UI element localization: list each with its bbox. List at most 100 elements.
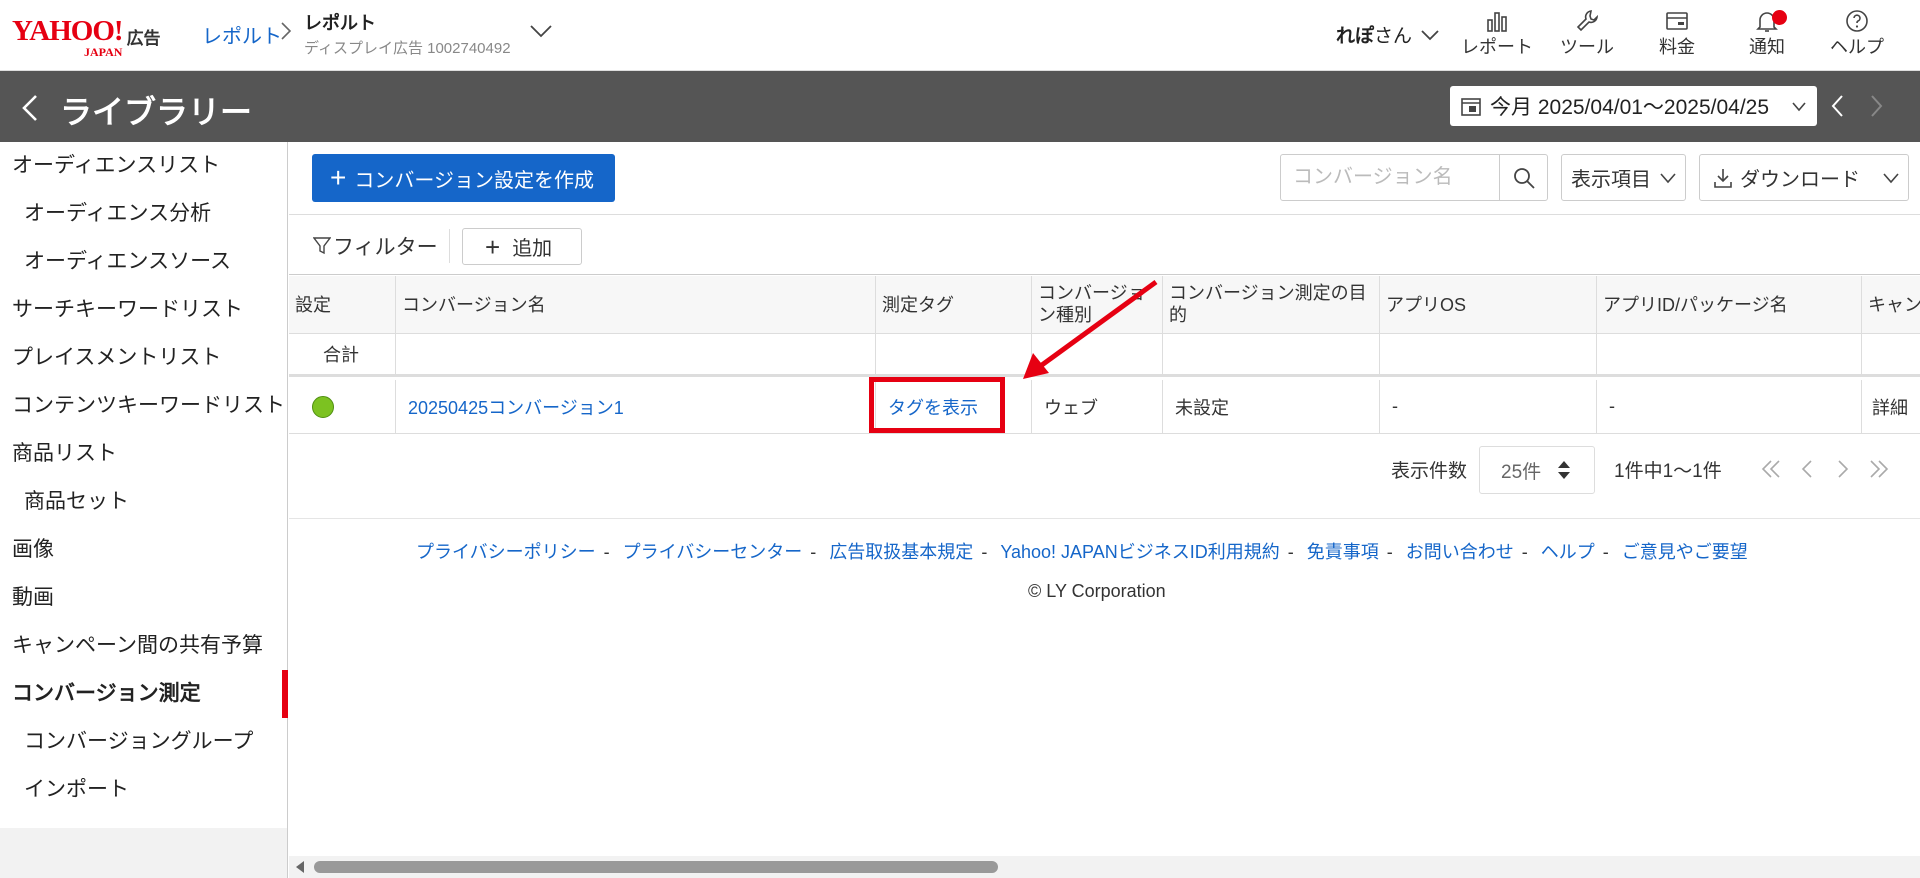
chevron-down-icon: [1792, 102, 1806, 112]
sidebar-item-product-list[interactable]: 商品リスト: [0, 430, 288, 478]
first-page-icon[interactable]: [1760, 458, 1782, 480]
account-name: レポルト: [304, 13, 376, 33]
sidebar-item-product-set[interactable]: 商品セット: [0, 478, 288, 526]
scroll-left-icon[interactable]: [294, 860, 306, 874]
table-cell: [1163, 334, 1380, 374]
sidebar-item-images[interactable]: 画像: [0, 526, 288, 574]
nav-help[interactable]: ヘルプ: [1812, 8, 1902, 58]
nav-tools-label: ツール: [1560, 37, 1614, 57]
breadcrumb-link[interactable]: レポルト: [202, 20, 282, 49]
app-id-cell: -: [1597, 380, 1862, 433]
footer-links: プライバシーポリシー - プライバシーセンター - 広告取扱基本規定 - Yahoo!…: [416, 538, 1748, 564]
table-cell: [1597, 334, 1862, 374]
display-columns-button[interactable]: 表示項目: [1561, 154, 1686, 201]
account-subtitle: ディスプレイ広告 1002740492: [304, 40, 511, 57]
nav-report-label: レポート: [1461, 37, 1533, 57]
sidebar-item-shared-budget[interactable]: キャンペーン間の共有予算: [0, 622, 288, 670]
column-header-setting[interactable]: 設定: [289, 276, 396, 334]
logo-ads-label: 広告: [126, 29, 161, 48]
filter-label: フィルター: [333, 236, 438, 259]
sort-stepper-icon: [1558, 461, 1571, 479]
display-columns-label: 表示項目: [1571, 169, 1651, 191]
scrollbar-thumb[interactable]: [314, 861, 998, 873]
sidebar-item-placement-list[interactable]: プレイスメントリスト: [0, 334, 288, 382]
add-filter-button[interactable]: + 追加: [462, 228, 582, 265]
user-menu[interactable]: れぽ さん: [1336, 21, 1440, 48]
horizontal-scrollbar[interactable]: [289, 856, 1920, 878]
yahoo-ads-logo[interactable]: YAHOO! JAPAN 広告: [12, 17, 161, 60]
column-header-measurement-tag[interactable]: 測定タグ: [876, 276, 1032, 334]
footer-separator: -: [1287, 542, 1294, 562]
filter-icon: [313, 237, 331, 255]
search-button[interactable]: [1499, 154, 1548, 201]
next-page-icon[interactable]: [1832, 458, 1854, 480]
previous-period-icon[interactable]: [1830, 93, 1846, 119]
page-title: ライブラリー: [60, 94, 253, 130]
per-page-label: 表示件数: [1391, 461, 1468, 482]
add-filter-label: 追加: [512, 238, 553, 260]
footer-link-contact[interactable]: お問い合わせ: [1406, 542, 1514, 562]
date-range-text: 今月 2025/04/01〜2025/04/25: [1490, 96, 1770, 119]
conversion-name-link[interactable]: 20250425コンバージョン1: [408, 394, 624, 420]
sidebar-item-import[interactable]: インポート: [0, 766, 288, 814]
app-os-cell: -: [1380, 380, 1597, 433]
footer-link-privacy-center[interactable]: プライバシーセンター: [623, 542, 803, 562]
sidebar-item-search-keyword-list[interactable]: サーチキーワードリスト: [0, 286, 288, 334]
per-page-select[interactable]: 25件: [1479, 446, 1595, 494]
plus-icon: +: [485, 231, 501, 262]
sidebar-item-videos[interactable]: 動画: [0, 574, 288, 622]
footer-separator: -: [1386, 542, 1393, 562]
footer-link-privacy-policy[interactable]: プライバシーポリシー: [416, 542, 596, 562]
filter-button[interactable]: フィルター: [313, 231, 438, 261]
last-page-icon[interactable]: [1868, 458, 1890, 480]
sidebar-item-conversion-group[interactable]: コンバージョングループ: [0, 718, 288, 766]
sidebar-item-content-keyword-list[interactable]: コンテンツキーワードリスト: [0, 382, 288, 430]
title-bar: ライブラリー 今月 2025/04/01〜2025/04/25: [0, 71, 1920, 142]
nav-billing-label: 料金: [1659, 37, 1695, 57]
status-cell[interactable]: [289, 380, 396, 433]
nav-notifications[interactable]: 通知: [1722, 8, 1812, 58]
previous-page-icon[interactable]: [1796, 458, 1818, 480]
footer-link-ad-terms[interactable]: 広告取扱基本規定: [829, 542, 973, 562]
sidebar-item-audience-analysis[interactable]: オーディエンス分析: [0, 190, 288, 238]
create-conversion-button[interactable]: + コンバージョン設定を作成: [312, 154, 615, 202]
page-range-text: 1件中1〜1件: [1614, 461, 1722, 482]
user-name: れぽ: [1336, 26, 1375, 47]
back-arrow-icon[interactable]: [20, 93, 40, 123]
sidebar-item-conversion-measurement[interactable]: コンバージョン測定: [0, 670, 288, 718]
column-header-conversion-purpose[interactable]: コンバージョン測定の目的: [1163, 276, 1380, 334]
divider: [449, 229, 450, 263]
chevron-right-icon: [281, 22, 292, 40]
date-range-picker[interactable]: 今月 2025/04/01〜2025/04/25: [1450, 86, 1817, 126]
column-header-app-os[interactable]: アプリOS: [1380, 276, 1597, 334]
column-header-app-id[interactable]: アプリID/パッケージ名: [1597, 276, 1862, 334]
conversion-purpose-cell: 未設定: [1163, 380, 1380, 433]
search-icon: [1513, 167, 1535, 189]
conversion-search-input[interactable]: [1280, 154, 1500, 201]
detail-link[interactable]: 詳細: [1862, 380, 1920, 433]
billing-icon: [1666, 12, 1688, 30]
footer-separator: -: [810, 542, 817, 562]
nav-billing[interactable]: 料金: [1632, 8, 1722, 58]
sidebar-item-audience-source[interactable]: オーディエンスソース: [0, 238, 288, 286]
footer-link-disclaimer[interactable]: 免責事項: [1307, 542, 1379, 562]
nav-report[interactable]: レポート: [1452, 8, 1542, 58]
total-label: 合計: [289, 334, 396, 374]
footer-link-feedback[interactable]: ご意見やご要望: [1622, 542, 1748, 562]
nav-tools[interactable]: ツール: [1542, 8, 1632, 58]
status-active-icon: [312, 395, 334, 418]
filter-row: フィルター + 追加: [289, 214, 1920, 275]
column-header-campaign[interactable]: キャン: [1862, 276, 1920, 334]
footer-link-help[interactable]: ヘルプ: [1541, 542, 1595, 562]
footer-link-business-id-terms[interactable]: Yahoo! JAPANビジネスID利用規約: [1000, 542, 1279, 562]
notification-badge: [1772, 10, 1787, 25]
logo-sub: JAPAN: [84, 45, 123, 59]
sidebar-item-audience-list[interactable]: オーディエンスリスト: [0, 142, 288, 190]
user-suffix: さん: [1374, 26, 1413, 47]
table-row: 20250425コンバージョン1 タグを表示 ウェブ 未設定 - - 詳細: [289, 380, 1920, 434]
download-button[interactable]: ダウンロード: [1699, 154, 1909, 201]
column-header-conversion-name[interactable]: コンバージョン名: [396, 276, 876, 334]
top-header: YAHOO! JAPAN 広告 レポルト レポルト ディスプレイ広告 10027…: [0, 0, 1920, 71]
next-period-icon[interactable]: [1868, 93, 1884, 119]
chevron-down-icon[interactable]: [528, 20, 554, 42]
